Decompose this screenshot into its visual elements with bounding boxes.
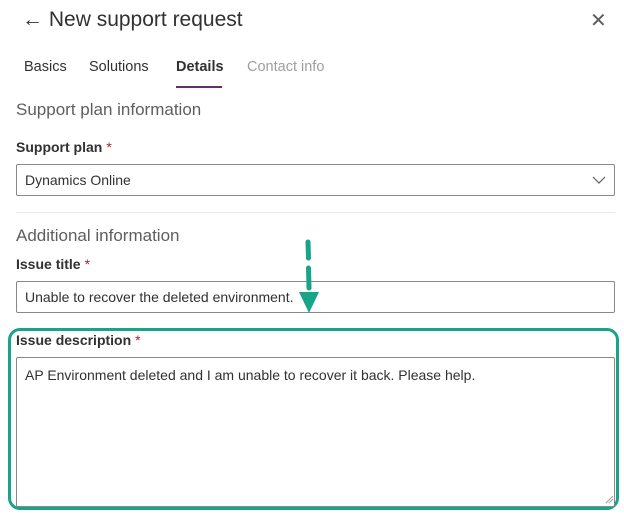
annotation-arrow-icon — [299, 239, 319, 313]
back-arrow-icon[interactable]: ← — [22, 8, 43, 31]
issue-description-label: Issue description * — [16, 332, 141, 348]
support-plan-select[interactable]: Dynamics Online — [16, 164, 615, 196]
close-icon[interactable]: ✕ — [590, 8, 607, 33]
tab-contact-info[interactable]: Contact info — [247, 59, 324, 75]
support-plan-label: Support plan * — [16, 139, 112, 155]
support-plan-heading: Support plan information — [16, 100, 202, 119]
resize-handle-icon[interactable] — [604, 494, 614, 504]
issue-description-textarea[interactable]: AP Environment deleted and I am unable t… — [16, 357, 615, 507]
divider — [16, 212, 615, 213]
page-title: ← New support request — [22, 8, 243, 31]
tab-details[interactable]: Details — [176, 59, 224, 75]
chevron-down-icon — [592, 176, 606, 184]
additional-info-heading: Additional information — [16, 226, 180, 245]
active-tab-indicator — [176, 86, 222, 88]
tab-solutions[interactable]: Solutions — [89, 59, 149, 75]
issue-title-label: Issue title * — [16, 256, 91, 272]
tab-basics[interactable]: Basics — [24, 59, 67, 75]
